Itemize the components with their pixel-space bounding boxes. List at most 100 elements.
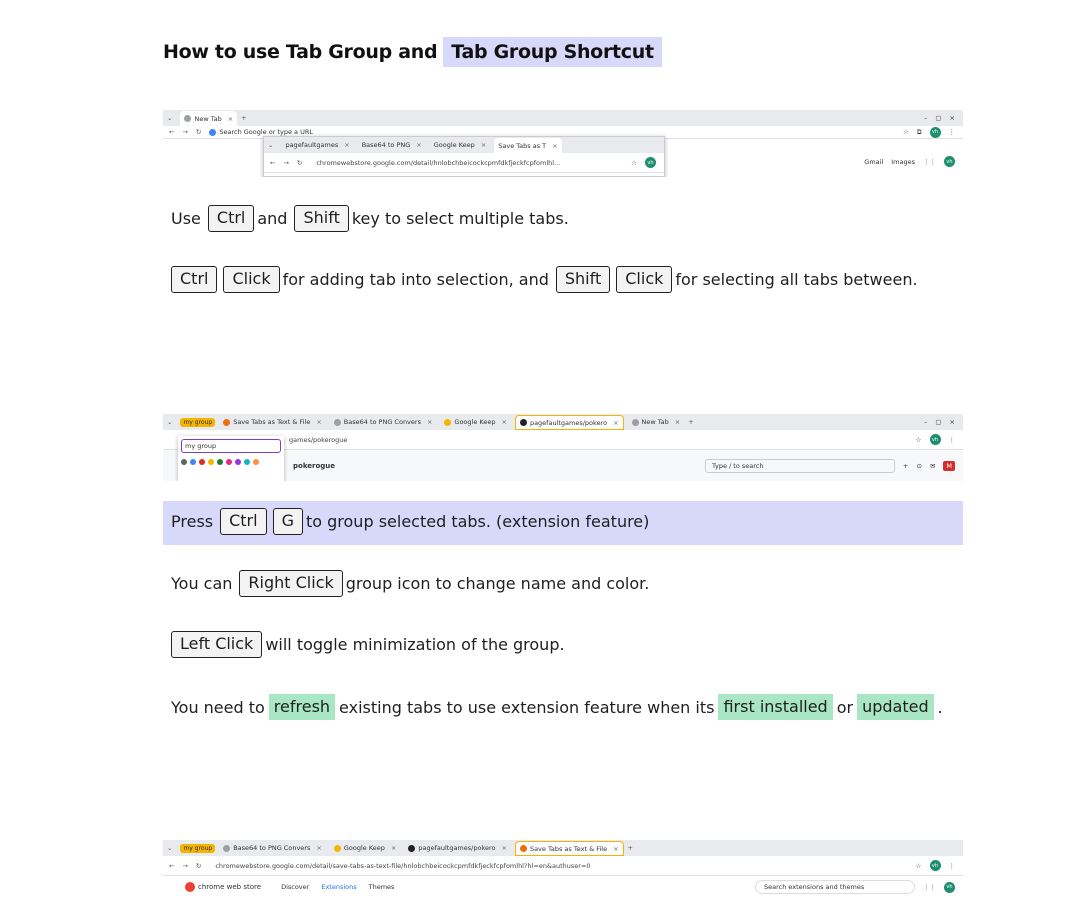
gmail-link: Gmail (864, 157, 884, 166)
avatar: vh (944, 156, 955, 167)
google-links: Gmail Images ⋮⋮ vh (864, 156, 955, 167)
menu-icon: ⋮ (948, 861, 956, 870)
avatar: vh (929, 434, 941, 445)
instruction-refresh: You need to refresh existing tabs to use… (171, 694, 943, 720)
ctrl-key: Ctrl (171, 266, 218, 294)
store-search: Search extensions and themes (755, 880, 915, 894)
ctrl-key: Ctrl (207, 205, 255, 233)
color-swatch[interactable] (208, 459, 214, 465)
apps-icon: ⋮⋮ (923, 883, 936, 891)
toolbar-icons: ☆ vh ⋮ (916, 434, 963, 445)
instruction-selection: Ctrl Click for adding tab into selection… (171, 266, 918, 294)
click-key: Click (223, 266, 280, 294)
github-actions: Type / to search + ⊙ ✉ M (705, 458, 963, 473)
tab: Google Keep × (330, 842, 401, 854)
store-actions: Search extensions and themes ⋮⋮ vh (755, 880, 963, 894)
store-name: chrome web store (198, 883, 262, 891)
instruction-left-click: Left Click will toggle minimization of t… (171, 631, 565, 659)
color-swatch[interactable] (244, 459, 250, 465)
shift-key: Shift (555, 266, 611, 294)
screenshot-web-store: ⌄ my group Base64 to PNG Convers × Google… (163, 840, 963, 899)
url-text: chromewebstore.google.com/detail/save-ta… (215, 861, 591, 870)
avatar: vh (645, 157, 656, 168)
group-editor-popup: my group (178, 436, 284, 481)
avatar: vh (929, 860, 941, 871)
close-window-icon: × (949, 418, 955, 426)
forward-icon: → (182, 861, 188, 870)
popup-toolbar-icons: ☆ vh (631, 157, 664, 168)
instruction-right-click: You can Right Click group icon to change… (171, 570, 649, 598)
color-swatch[interactable] (199, 459, 205, 465)
tab: Google Keep × (440, 416, 511, 428)
screenshot-group-edit: ⌄ my group Save Tabs as Text & File × Bas… (163, 414, 963, 481)
shift-key: Shift (294, 205, 349, 233)
tab-search-icon: ⌄ (167, 114, 173, 122)
page-title: How to use Tab Group and Tab Group Short… (163, 37, 662, 67)
window-controls: – ▢ × (924, 418, 963, 426)
reload-icon: ↻ (195, 128, 202, 136)
title-text: How to use Tab Group and (163, 41, 438, 63)
popup-tab-strip: ⌄ pagefaultgames × Base64 to PNG × Google … (264, 137, 664, 153)
color-swatch[interactable] (253, 459, 259, 465)
reload-icon: ↻ (195, 861, 202, 870)
close-window-icon: × (949, 114, 955, 122)
tab-new-tab: New Tab × (180, 111, 238, 126)
group-color-swatches (181, 459, 281, 465)
tab: Base64 to PNG Convers × (219, 842, 326, 854)
tab-search-icon: ⌄ (167, 844, 173, 852)
tab-strip: ⌄ my group Save Tabs as Text & File × Bas… (163, 414, 963, 430)
back-icon: ← (169, 861, 175, 870)
address-bar: ← → ↻ chromewebstore.google.com/detail/s… (163, 856, 963, 876)
popup-tab: Google Keep × (433, 141, 487, 149)
minimize-icon: – (924, 418, 928, 426)
popup-tab: pagefaultgames × (285, 141, 350, 149)
issues-icon: ⊙ (916, 461, 922, 470)
color-swatch[interactable] (226, 459, 232, 465)
back-icon: ← (270, 158, 276, 167)
popup-tab: Save Tabs as T × (494, 138, 562, 153)
new-tab-icon: + (627, 844, 633, 852)
images-link: Images (891, 157, 915, 166)
tab-strip: ⌄ my group Base64 to PNG Convers × Google… (163, 840, 963, 856)
new-tab-icon: + (241, 114, 247, 122)
forward-icon: → (182, 128, 188, 136)
tab: New Tab × (628, 416, 685, 428)
right-click-key: Right Click (239, 570, 343, 598)
color-swatch[interactable] (235, 459, 241, 465)
google-icon (209, 128, 217, 136)
group-chip: my group (180, 417, 216, 427)
tab: Save Tabs as Text & File × (514, 841, 624, 856)
updated-highlight: updated (857, 694, 934, 720)
nav-discover: Discover (281, 883, 310, 891)
menu-icon: ⋮ (948, 435, 956, 444)
store-logo-icon (185, 882, 195, 892)
apps-icon: ⋮⋮ (923, 157, 936, 166)
color-swatch[interactable] (217, 459, 223, 465)
tab: pagefaultgames/pokero × (514, 415, 624, 430)
maximize-icon: ▢ (935, 418, 942, 426)
maximize-icon: ▢ (935, 114, 942, 122)
color-swatch[interactable] (190, 459, 196, 465)
close-icon: × (227, 114, 234, 123)
tab: Save Tabs as Text & File × (219, 416, 326, 428)
popup-address-bar: ← → ↻ chromewebstore.google.com/detail/h… (264, 153, 664, 173)
new-tab-icon: + (688, 418, 694, 426)
instruction-group-shortcut: Press Ctrl G to group selected tabs. (ex… (171, 508, 649, 536)
chrome-icon (184, 115, 192, 122)
star-icon: ☆ (915, 861, 922, 870)
plus-icon: + (903, 461, 909, 470)
inbox-icon: ✉ (929, 461, 936, 470)
color-swatch[interactable] (181, 459, 187, 465)
popup-tab: Base64 to PNG × (361, 141, 422, 149)
profile-icon: M (943, 460, 955, 471)
popup-url: chromewebstore.google.com/detail/hnlobch… (316, 158, 561, 167)
nav-themes: Themes (368, 883, 395, 891)
left-click-key: Left Click (171, 631, 263, 659)
group-name-input: my group (181, 439, 281, 453)
g-key: G (272, 508, 303, 536)
repo-name: pokerogue (293, 461, 336, 470)
click-key: Click (616, 266, 673, 294)
url-text: games/pokerogue (289, 435, 348, 444)
tab: Base64 to PNG Convers × (330, 416, 437, 428)
toolbar-icons: ☆ vh ⋮ (916, 860, 963, 871)
